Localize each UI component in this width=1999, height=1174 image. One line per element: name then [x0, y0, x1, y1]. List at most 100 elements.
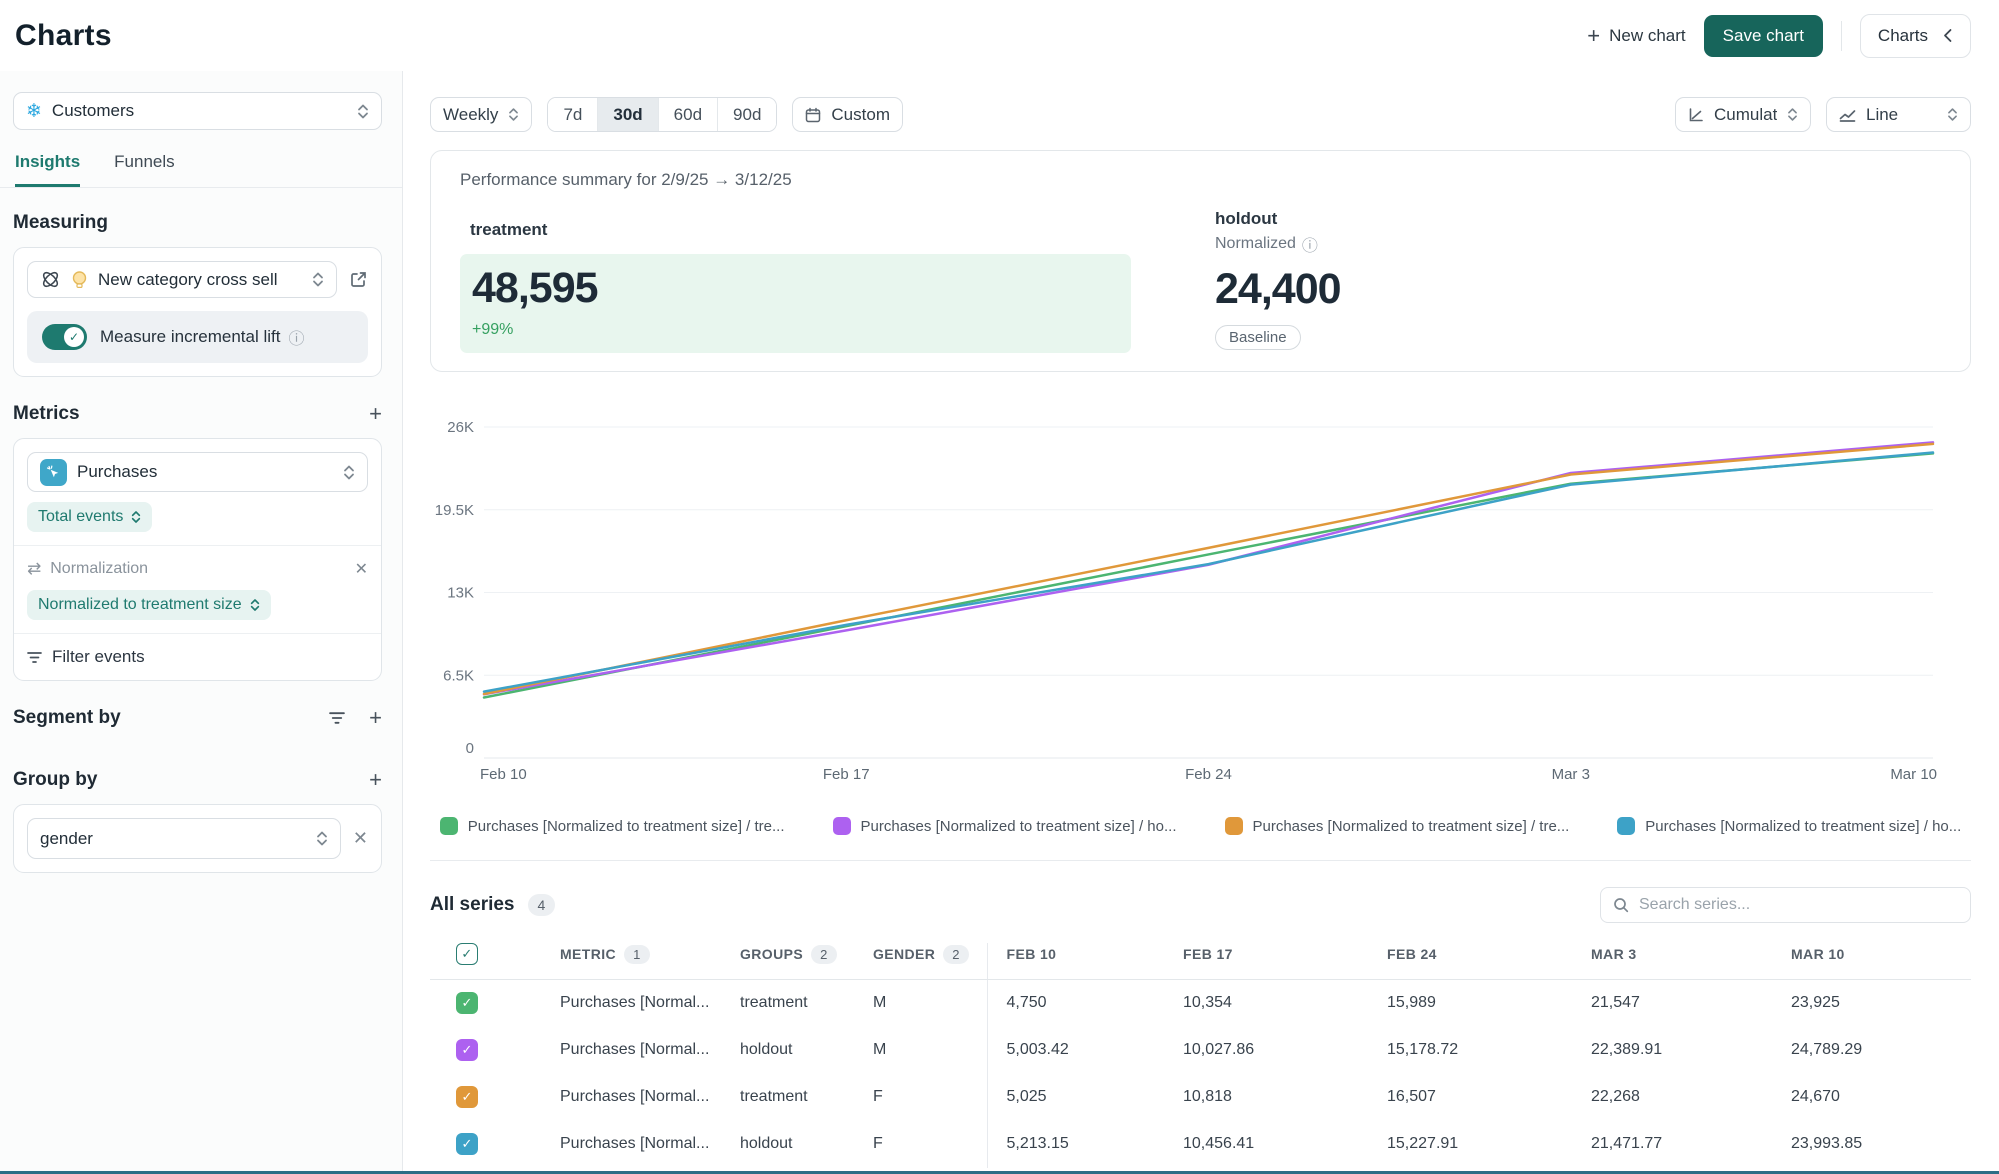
- metric-select[interactable]: Purchases: [27, 452, 368, 492]
- series-line: [484, 442, 1933, 694]
- treatment-value-box: 48,595 +99%: [460, 254, 1131, 353]
- new-chart-button[interactable]: + New chart: [1587, 25, 1685, 47]
- y-axis-tick: 6.5K: [443, 667, 474, 684]
- metric-cell: Purchases [Normal...: [560, 1027, 740, 1074]
- experiment-select[interactable]: New category cross sell: [27, 261, 337, 298]
- range-30d[interactable]: 30d: [597, 98, 657, 131]
- value-cell: 22,268: [1591, 1074, 1791, 1121]
- treatment-label: treatment: [470, 220, 1131, 240]
- series-search: [1600, 887, 1971, 923]
- column-header: METRIC1: [560, 943, 740, 980]
- gender-cell: F: [873, 1121, 987, 1168]
- value-cell: 23,993.85: [1791, 1121, 1971, 1168]
- series-checkbox[interactable]: ✓: [456, 1086, 478, 1108]
- external-link-icon[interactable]: [349, 270, 368, 289]
- value-cell: 22,389.91: [1591, 1027, 1791, 1074]
- legend-swatch: [1617, 817, 1635, 835]
- filter-events-label: Filter events: [52, 647, 145, 667]
- x-axis-tick: Mar 3: [1552, 766, 1590, 781]
- chart-type-value: Line: [1866, 105, 1937, 125]
- tab-funnels[interactable]: Funnels: [114, 152, 174, 187]
- chevron-up-down-icon: [312, 270, 324, 289]
- series-line: [484, 453, 1933, 697]
- new-chart-label: New chart: [1609, 26, 1686, 46]
- holdout-summary: holdout Normalized ⓘ 24,400 Baseline: [1215, 220, 1341, 353]
- range-60d[interactable]: 60d: [658, 98, 717, 131]
- normalization-section: ⇄ Normalization ✕ Normalized to treatmen…: [14, 546, 381, 633]
- plus-icon: +: [1587, 25, 1600, 47]
- aggregation-pill[interactable]: Total events: [27, 502, 152, 532]
- granularity-select[interactable]: Weekly: [430, 97, 532, 132]
- segment-filter-button[interactable]: [329, 711, 345, 725]
- metric-cell: Purchases [Normal...: [560, 980, 740, 1027]
- column-header: FEB 10: [987, 943, 1183, 980]
- series-checkbox[interactable]: ✓: [456, 1039, 478, 1061]
- range-segments: 7d30d60d90d: [547, 97, 777, 132]
- column-header: GENDER2: [873, 943, 987, 980]
- main-content: Weekly 7d30d60d90d Custom Cumulati...: [403, 71, 1999, 1171]
- search-series-input[interactable]: [1639, 896, 1958, 914]
- table-row: ✓Purchases [Normal...treatmentM4,75010,3…: [430, 980, 1971, 1027]
- x-axis-tick: Mar 10: [1890, 766, 1937, 781]
- normalization-pill[interactable]: Normalized to treatment size: [27, 590, 271, 620]
- custom-range-button[interactable]: Custom: [792, 97, 903, 132]
- remove-normalization-button[interactable]: ✕: [355, 559, 368, 579]
- page-title: Charts: [15, 19, 112, 53]
- app-header: Charts + New chart Save chart Charts: [0, 0, 1999, 71]
- measuring-card: New category cross sell ✓ Measure increm…: [13, 247, 382, 377]
- table-row: ✓Purchases [Normal...holdoutM5,003.4210,…: [430, 1027, 1971, 1074]
- mode-select[interactable]: Cumulati...: [1675, 97, 1811, 132]
- charts-panel-toggle[interactable]: Charts: [1860, 14, 1971, 58]
- range-7d[interactable]: 7d: [548, 98, 597, 131]
- chevron-up-down-icon: [1787, 106, 1798, 123]
- series-checkbox[interactable]: ✓: [456, 992, 478, 1014]
- experiment-row: New category cross sell: [14, 248, 381, 311]
- range-90d[interactable]: 90d: [717, 98, 776, 131]
- legend-item[interactable]: Purchases [Normalized to treatment size]…: [1225, 817, 1570, 835]
- remove-group-button[interactable]: ✕: [353, 828, 368, 849]
- legend-item[interactable]: Purchases [Normalized to treatment size]…: [1617, 817, 1961, 835]
- legend-swatch: [440, 817, 458, 835]
- column-header: MAR 3: [1591, 943, 1791, 980]
- value-cell: 5,025: [987, 1074, 1183, 1121]
- legend-label: Purchases [Normalized to treatment size]…: [468, 818, 785, 835]
- treatment-summary: treatment 48,595 +99%: [460, 220, 1131, 353]
- legend-item[interactable]: Purchases [Normalized to treatment size]…: [833, 817, 1177, 835]
- value-cell: 21,547: [1591, 980, 1791, 1027]
- add-group-button[interactable]: +: [369, 769, 382, 791]
- column-header: FEB 17: [1183, 943, 1387, 980]
- chevron-up-down-icon: [316, 829, 328, 848]
- table-row: ✓Purchases [Normal...treatmentF5,02510,8…: [430, 1074, 1971, 1121]
- table-row: ✓Purchases [Normal...holdoutF5,213.1510,…: [430, 1121, 1971, 1168]
- plus-icon: +: [369, 769, 382, 791]
- lift-toggle-row: ✓ Measure incremental lift ⓘ: [27, 311, 368, 363]
- legend-label: Purchases [Normalized to treatment size]…: [1253, 818, 1570, 835]
- experiment-icon: [40, 269, 61, 290]
- y-axis-tick: 13K: [447, 585, 474, 602]
- save-chart-button[interactable]: Save chart: [1704, 15, 1823, 57]
- group-by-value: gender: [40, 829, 306, 849]
- group-by-select[interactable]: gender: [27, 818, 341, 859]
- series-checkbox[interactable]: ✓: [456, 1133, 478, 1155]
- body: ❄ Customers Insights Funnels Measuring N…: [0, 71, 1999, 1171]
- info-icon: ⓘ: [1302, 232, 1318, 256]
- chart-type-select[interactable]: Line: [1826, 97, 1971, 132]
- header-divider: [1841, 21, 1842, 51]
- lift-toggle[interactable]: ✓: [42, 324, 87, 350]
- normalization-label: Normalization: [50, 560, 148, 578]
- lightbulb-icon: [71, 270, 88, 290]
- group-cell: treatment: [740, 1074, 873, 1121]
- snowflake-icon: ❄: [26, 102, 42, 121]
- value-cell: 21,471.77: [1591, 1121, 1791, 1168]
- mode-value: Cumulati...: [1714, 105, 1777, 125]
- filter-events-button[interactable]: Filter events: [14, 634, 381, 680]
- column-count-badge: 2: [943, 945, 969, 964]
- value-cell: 15,989: [1387, 980, 1591, 1027]
- summary-title: Performance summary for 2/9/25 → 3/12/25: [460, 170, 1941, 190]
- add-segment-button[interactable]: +: [369, 707, 382, 729]
- select-all-checkbox[interactable]: ✓: [456, 943, 478, 965]
- add-metric-button[interactable]: +: [369, 403, 382, 425]
- legend-item[interactable]: Purchases [Normalized to treatment size]…: [440, 817, 785, 835]
- tab-insights[interactable]: Insights: [15, 152, 80, 187]
- source-select[interactable]: ❄ Customers: [13, 92, 382, 130]
